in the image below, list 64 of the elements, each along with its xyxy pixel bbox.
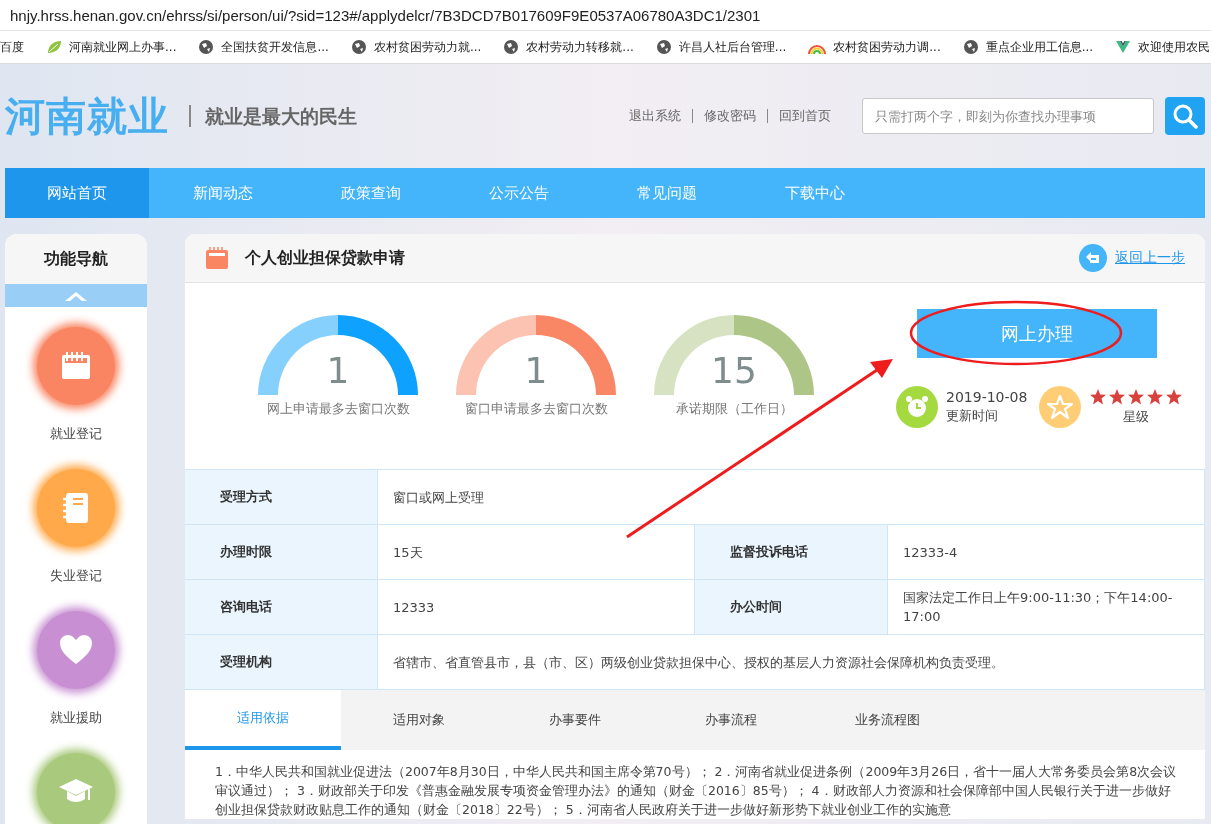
gauge-label: 网上申请最多去窗口次数 [266,400,410,418]
bookmark-link[interactable]: 许昌人社后台管理... [678,38,787,56]
rating-label: 星级 [1122,408,1151,426]
header-link[interactable]: 修改密码 [692,109,767,123]
bookmark-link[interactable]: 河南就业网上办事... [69,38,177,56]
leaf-icon [46,39,62,55]
gauge-label: 窗口申请最多去窗口次数 [464,400,608,418]
field-label: 咨询电话 [185,580,378,635]
update-label: 更新时间 [946,407,999,425]
field-label: 办公时间 [695,580,888,635]
menu-icon-button[interactable] [37,611,115,689]
page-title: 个人创业担保贷款申请 [245,247,405,269]
chevron-up-icon [64,289,88,302]
star-icon [1165,388,1184,406]
bookmark-link[interactable]: 农村贫困劳动力就... [373,38,482,56]
field-value: 国家法定工作日上午9:00-11:30；下午14:00-17:00 [888,580,1205,635]
section-tab[interactable]: 适用对象 [341,690,497,750]
menu-icon-button[interactable] [37,753,115,824]
star-icon [1146,388,1165,406]
globe-icon [198,39,215,55]
gauge-value: 1 [523,349,549,393]
star-icon [1127,388,1146,406]
globe-icon [962,39,979,55]
bookmark-link[interactable]: 欢迎使用农民 [1138,38,1211,56]
calendar-icon [205,246,229,270]
gauge-value: 15 [710,349,758,393]
star-icon [1108,388,1127,406]
search-icon [1172,103,1198,129]
globe-icon [655,39,672,55]
header-link[interactable]: 退出系统 [618,109,692,123]
field-label: 受理方式 [185,470,378,525]
menu-icon-button[interactable] [37,469,115,547]
slogan: 就业是最大的民生 [189,105,357,127]
globe-icon [503,39,520,55]
bookmark-link[interactable]: 农村劳动力转移就... [526,38,634,56]
bookmark-link[interactable]: 百度 [0,38,24,56]
field-label: 办理时限 [185,525,378,580]
scroll-up-button[interactable] [5,284,147,307]
globe-icon [350,39,367,55]
gauge-value: 1 [325,349,351,393]
section-tab[interactable]: 办事流程 [653,690,809,750]
section-tab[interactable]: 办事要件 [497,690,653,750]
menu-label[interactable]: 就业援助 [50,709,102,727]
star-icon [1089,388,1108,406]
search-button[interactable] [1165,97,1205,135]
section-tab[interactable]: 业务流程图 [809,690,965,750]
gauge-label: 承诺期限（工作日） [675,400,793,418]
header-link[interactable]: 回到首页 [767,109,842,123]
field-value: 12333-4 [888,525,1205,580]
vee-icon [1115,39,1132,55]
bookmark-link[interactable]: 重点企业用工信息... [985,38,1094,56]
menu-icon-button[interactable] [37,327,115,405]
sidebar-title: 功能导航 [5,234,147,284]
bookmark-link[interactable]: 全国扶贫开发信息... [221,38,329,56]
field-label: 受理机构 [185,635,378,690]
star-badge-icon [1039,386,1082,428]
policy-text: 1．中华人民共和国就业促进法（2007年8月30日，中华人民共和国主席令第70号）； 2．河南省就业促进条例（2009年3月26日，省十一届人大常务委员会第8次会议审议通过）； 3．财政部关于印发《普惠金融发展专项资金管理办法》的通知（财金〔2016〕85号）； 4．财政部人力资源和社会保障部中国人民银行关于进一步做好创业担保贷款财政贴息工作的通知（财金〔2018〕22号）； 5．河南省人民政府关于进一步做好新形势下就业创业工作的实施意 [214,763,1178,819]
bookmark-link[interactable]: 农村贫困劳动力调... [833,38,941,56]
search-field[interactable]: 只需打两个字，即刻为你查找办理事项 [862,98,1154,134]
menu-label[interactable]: 就业登记 [50,425,102,443]
field-label: 监督投诉电话 [695,525,888,580]
menu-label[interactable]: 失业登记 [50,567,102,585]
alarm-clock-icon [896,386,938,428]
update-date: 2019-10-08 [946,389,1028,405]
